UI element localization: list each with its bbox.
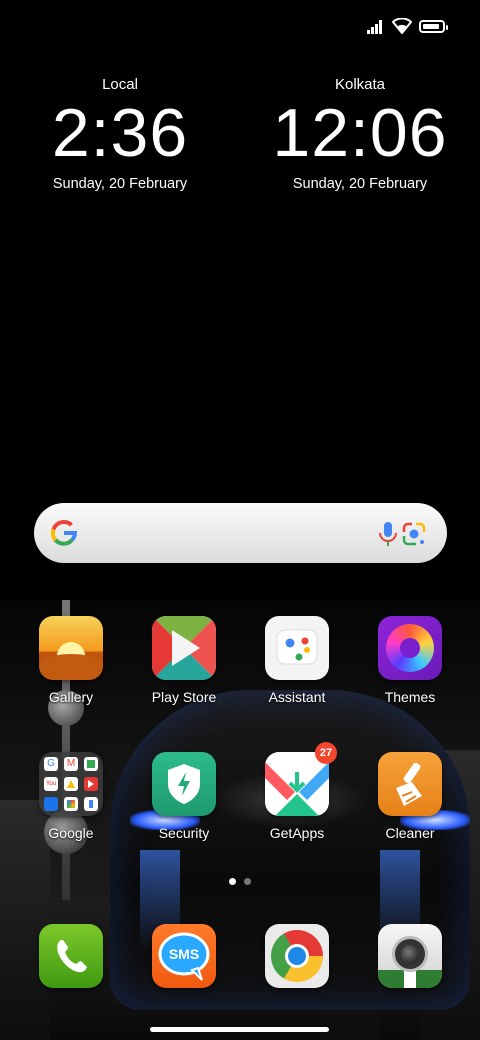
app-label: Play Store xyxy=(151,689,217,705)
clock-date: Sunday, 20 February xyxy=(52,176,188,192)
dock-sms[interactable]: SMS xyxy=(134,924,234,988)
app-label: GetApps xyxy=(269,825,325,841)
app-label: Themes xyxy=(384,689,436,705)
page-dot xyxy=(244,878,251,885)
cleaner-icon xyxy=(378,752,442,816)
sms-text: SMS xyxy=(168,946,200,962)
dock-phone[interactable] xyxy=(21,924,121,988)
chrome-icon xyxy=(265,924,329,988)
google-lens-icon[interactable] xyxy=(400,520,428,548)
app-cleaner[interactable]: Cleaner xyxy=(360,752,460,841)
signal-icon xyxy=(367,20,385,34)
microphone-icon[interactable] xyxy=(376,520,400,548)
play-store-icon xyxy=(152,616,216,680)
app-security[interactable]: Security xyxy=(134,752,234,841)
app-play-store[interactable]: Play Store xyxy=(134,616,234,705)
app-getapps[interactable]: 27 GetApps xyxy=(247,742,347,841)
camera-icon xyxy=(378,924,442,988)
battery-icon xyxy=(419,20,448,33)
dock-camera[interactable] xyxy=(360,924,460,988)
app-gallery[interactable]: Gallery xyxy=(21,616,121,705)
page-indicator[interactable] xyxy=(225,878,255,886)
clock-date: Sunday, 20 February xyxy=(292,176,428,192)
clock-time: 2:36 xyxy=(51,95,189,171)
google-search-bar[interactable] xyxy=(34,503,447,563)
google-g-icon xyxy=(50,519,78,546)
themes-icon xyxy=(378,616,442,680)
app-label: Cleaner xyxy=(385,825,435,841)
sms-icon: SMS xyxy=(152,924,216,988)
battery-fill xyxy=(423,24,439,29)
assistant-icon xyxy=(265,616,329,680)
app-label: Gallery xyxy=(48,689,94,705)
status-bar xyxy=(0,0,480,56)
clock-city: Kolkata xyxy=(334,76,386,93)
clock-city: Local xyxy=(102,76,138,93)
page-dot xyxy=(229,878,236,885)
notification-badge: 27 xyxy=(315,742,337,764)
app-label: Security xyxy=(158,825,210,841)
wifi-icon xyxy=(392,18,412,34)
security-icon xyxy=(152,752,216,816)
home-gesture-bar[interactable] xyxy=(150,1027,329,1032)
clock-kolkata[interactable]: Kolkata 12:06 Sunday, 20 February xyxy=(260,76,460,192)
app-assistant[interactable]: Assistant xyxy=(247,616,347,705)
clock-time: 12:06 xyxy=(272,95,448,171)
app-google-folder[interactable]: G M You Google xyxy=(21,752,121,841)
app-themes[interactable]: Themes xyxy=(360,616,460,705)
getapps-icon: 27 xyxy=(265,742,337,816)
gallery-icon xyxy=(39,616,103,680)
clock-local[interactable]: Local 2:36 Sunday, 20 February xyxy=(20,76,220,192)
app-label: Assistant xyxy=(268,689,326,705)
phone-icon xyxy=(39,924,103,988)
google-folder-icon: G M You xyxy=(39,752,103,816)
dock-chrome[interactable] xyxy=(247,924,347,988)
app-label: Google xyxy=(48,825,94,841)
